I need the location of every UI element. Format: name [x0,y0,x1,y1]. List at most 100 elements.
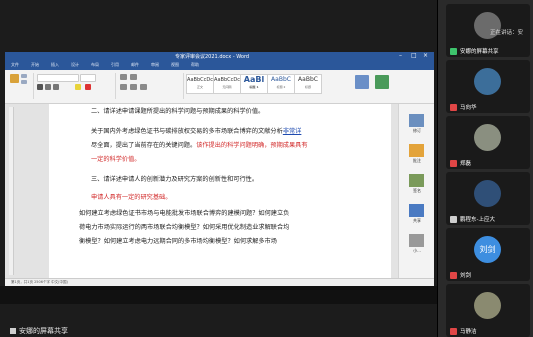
panel-label: 签名 [413,188,421,193]
ribbon: 文件 开始 插入 设计 布局 引用 邮件 审阅 视图 帮助 AaBbCcDc 正… [5,61,434,104]
style-title[interactable]: AaBbC 标题 [294,74,322,94]
style-normal[interactable]: AaBbCcDc 正文 [186,74,214,94]
doc-paragraph-7: 衡模型？如何建立考虑电力远期合同的多市场均衡模型？如何求解多市场 [79,238,277,245]
doc-heading-3: 三、请详述申请人的创新潜力及研究方案的创新性和可行性。 [91,176,259,183]
status-text: 第1页，共1页 2506个字 中文(中国) [11,280,68,284]
style-name: 正文 [196,85,203,89]
style-name: 标题 2 [276,85,286,89]
align-center-icon[interactable] [130,84,137,90]
doc-paragraph-1: 关于国内外考虑绿色证书与碳排放权交易的多市场联合博弈的文献分析非常详 [91,128,301,136]
find-icon[interactable] [355,75,369,89]
avatar [474,68,501,95]
style-heading2[interactable]: AaBbC 标题 2 [267,74,295,94]
tab-layout[interactable]: 布局 [91,62,99,68]
panel-label: 小... [413,248,421,253]
bullets-icon[interactable] [120,74,127,80]
doc-paragraph-4: 申请人具有一定的研究基础。 [91,194,172,201]
style-name: 标题 1 [249,85,259,89]
vertical-ruler [9,107,14,275]
clipboard-group [7,73,34,99]
minimize-icon[interactable]: – [399,52,402,59]
align-right-icon[interactable] [140,84,147,90]
dictate-icon[interactable] [375,75,389,89]
doc-heading-2: 二、请详述申请课题所提出的科学问题与预期成果的科学价值。 [91,108,265,115]
style-name: 无间隔 [222,85,232,89]
tab-design[interactable]: 设计 [71,62,79,68]
document-page[interactable]: 二、请详述申请课题所提出的科学问题与预期成果的科学价值。 关于国内外考虑绿色证书… [49,104,391,280]
cut-icon[interactable] [21,74,27,78]
paste-icon[interactable] [10,74,19,83]
doc-paragraph-2: 尽全面，提出了当前存在的关键问题。该作提出的科学问题明确，预期成果具有 [91,142,308,150]
panel-label: 修订 [413,128,421,133]
participant-tile[interactable]: 刘剑 刘剑 [446,228,530,281]
mic-muted-icon [450,104,457,111]
avatar: 刘剑 [474,236,501,263]
participant-name: 郑磊 [460,161,472,167]
participant-tile[interactable]: 鹏程东-上应大 [446,172,530,225]
tab-help[interactable]: 帮助 [191,62,199,68]
underline-icon[interactable] [53,84,59,90]
participant-name: 马向华 [460,105,477,111]
doc-text: 关于国内外考虑绿色证书与碳排放权交易的多市场联合博弈的文献分析 [91,128,283,135]
font-group [35,73,116,99]
panel-label: 批注 [413,158,421,163]
close-icon[interactable]: × [423,52,428,59]
ribbon-tabs: 文件 开始 插入 设计 布局 引用 邮件 审阅 视图 帮助 [5,61,434,70]
copy-icon[interactable] [21,80,27,84]
align-left-icon[interactable] [120,84,127,90]
style-sample: AaBbCcDc [214,77,240,83]
word-title: 专家评审会议2021.docx - Word [175,54,250,60]
share-icon[interactable] [409,204,424,217]
participant-tile[interactable]: 郑磊 [446,116,530,169]
style-no-spacing[interactable]: AaBbCcDc 无间隔 [213,74,241,94]
mic-icon [450,216,457,223]
doc-red-text: 该作提出的科学问题明确，预期成果具有 [196,142,308,149]
participant-name: 刘剑 [460,273,472,279]
right-side-panel: 修订 批注 签名 共享 小... [398,104,434,278]
mic-icon [450,48,457,55]
font-size-select[interactable] [80,74,96,82]
more-icon[interactable] [409,234,424,247]
participant-name: 鹏程东-上应大 [460,217,495,223]
style-sample: AaBbCcDc [187,77,213,83]
tab-references[interactable]: 引用 [111,62,119,68]
signature-icon[interactable] [409,174,424,187]
tab-mailings[interactable]: 邮件 [131,62,139,68]
mic-icon [10,328,16,334]
italic-icon[interactable] [45,84,51,90]
style-heading1[interactable]: AaBl 标题 1 [240,74,268,94]
participants-sidebar: 安娜的屏幕共享 正在讲话：安 马向华 郑磊 鹏程东-上应大 刘剑 刘剑 马静洁 [437,0,533,337]
participant-tile[interactable]: 安娜的屏幕共享 正在讲话：安 [446,4,530,57]
tab-insert[interactable]: 插入 [51,62,59,68]
bold-icon[interactable] [37,84,43,90]
speaking-indicator: 正在讲话：安 [490,30,524,36]
doc-text: 尽全面，提出了当前存在的关键问题。 [91,142,197,149]
screen-share-area: 专家评审会议2021.docx - Word – □ × 文件 开始 插入 设计… [0,0,437,337]
numbering-icon[interactable] [130,74,137,80]
maximize-icon[interactable]: □ [411,52,417,59]
panel-label: 共享 [413,218,421,223]
participant-tile[interactable]: 马向华 [446,60,530,113]
avatar [474,124,501,151]
style-sample: AaBbC [271,76,291,83]
tab-view[interactable]: 视图 [171,62,179,68]
doc-paragraph-3: 一定的科学价值。 [91,156,141,163]
tab-review[interactable]: 审阅 [151,62,159,68]
font-name-select[interactable] [37,74,79,82]
word-title-bar: 专家评审会议2021.docx - Word – □ × [5,52,434,61]
track-changes-icon[interactable] [409,114,424,127]
highlight-icon[interactable] [75,84,81,90]
mic-muted-icon [450,160,457,167]
font-color-icon[interactable] [85,84,91,90]
word-window: 专家评审会议2021.docx - Word – □ × 文件 开始 插入 设计… [5,52,434,286]
tab-home[interactable]: 开始 [31,62,39,68]
doc-link[interactable]: 非常详 [283,128,302,135]
style-name: 标题 [304,85,311,89]
participant-name: 马静洁 [460,329,477,335]
tab-file[interactable]: 文件 [11,62,19,68]
participant-name: 安娜的屏幕共享 [460,49,499,55]
taskbar [0,286,437,304]
comment-icon[interactable] [409,144,424,157]
participant-tile[interactable]: 马静洁 [446,284,530,337]
mic-muted-icon [450,328,457,335]
